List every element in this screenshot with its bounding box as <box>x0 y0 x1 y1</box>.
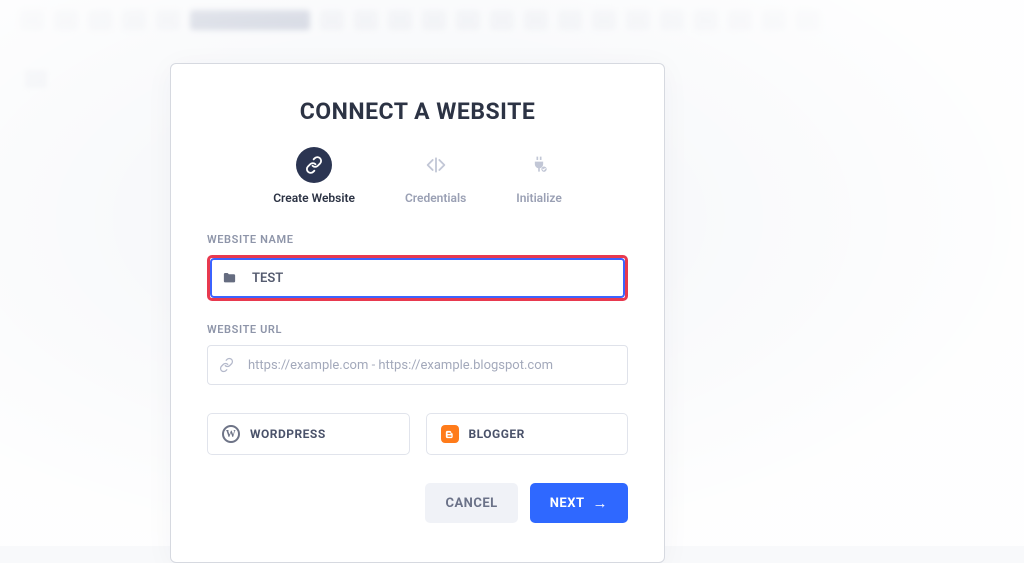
blogger-button[interactable]: BLOGGER <box>426 413 629 455</box>
website-url-input[interactable] <box>207 345 628 385</box>
wordpress-icon: W <box>222 425 240 443</box>
cancel-button[interactable]: CANCEL <box>425 483 517 523</box>
platform-label: WORDPRESS <box>250 427 326 441</box>
website-name-input-wrap <box>207 255 628 301</box>
step-label: Credentials <box>405 191 466 205</box>
wordpress-button[interactable]: W WORDPRESS <box>207 413 410 455</box>
next-button[interactable]: NEXT → <box>530 483 628 523</box>
step-create-website[interactable]: Create Website <box>273 147 355 205</box>
platform-label: BLOGGER <box>469 427 525 441</box>
link-icon <box>296 147 332 183</box>
website-url-label: WEBSITE URL <box>207 323 628 336</box>
arrow-right-icon: → <box>593 494 609 512</box>
website-url-input-wrap <box>207 345 628 385</box>
step-label: Initialize <box>516 191 562 205</box>
plug-icon <box>521 147 557 183</box>
website-name-label: WEBSITE NAME <box>207 233 628 246</box>
step-credentials[interactable]: Credentials <box>405 147 466 205</box>
modal-actions: CANCEL NEXT → <box>207 483 628 523</box>
link-icon <box>219 358 234 373</box>
background-toolbar <box>0 0 1024 40</box>
background-side-icon <box>25 70 47 88</box>
step-label: Create Website <box>273 191 355 205</box>
connect-website-modal: CONNECT A WEBSITE Create Website Credent… <box>170 63 665 563</box>
stepper: Create Website Credentials Initialize <box>207 147 628 205</box>
website-name-input[interactable] <box>210 258 625 298</box>
blogger-icon <box>441 425 459 443</box>
button-label: CANCEL <box>445 496 497 511</box>
modal-title: CONNECT A WEBSITE <box>207 98 628 125</box>
platform-row: W WORDPRESS BLOGGER <box>207 413 628 455</box>
code-icon <box>418 147 454 183</box>
folder-icon <box>222 271 237 286</box>
step-initialize[interactable]: Initialize <box>516 147 562 205</box>
button-label: NEXT <box>550 496 585 511</box>
